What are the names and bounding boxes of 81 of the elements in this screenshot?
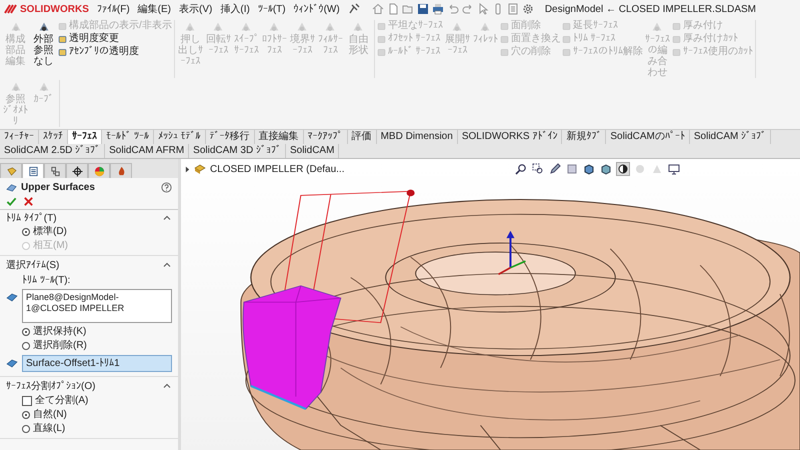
ribbon-tab[interactable]: MBD Dimension — [376, 130, 458, 144]
ribbon-tab[interactable]: SOLIDWORKS ｱﾄﾞｲﾝ — [458, 130, 562, 144]
checkbox-option[interactable]: 全て分割(A) — [0, 394, 178, 408]
logo: SOLIDWORKS — [4, 3, 89, 15]
radio-button[interactable] — [22, 228, 30, 236]
window-title: DesignModel ← CLOSED IMPELLER.SLDASM — [544, 4, 756, 14]
ribbon-tab[interactable]: ｻｰﾌｪｽ — [68, 130, 102, 144]
zoom-area-icon[interactable] — [532, 163, 544, 175]
radio-option[interactable]: 直線(L) — [0, 422, 178, 436]
radio-button[interactable] — [22, 411, 30, 419]
breadcrumb[interactable]: CLOSED IMPELLER (Defau... — [210, 164, 344, 174]
ribbon-button[interactable]: 外部参照なし — [30, 20, 57, 67]
selection-icon — [6, 357, 18, 369]
ribbon-tab[interactable]: ﾃﾞｰﾀ移行 — [206, 130, 255, 144]
configuration-icon — [50, 166, 60, 176]
box-icon[interactable] — [600, 163, 612, 175]
selection-icon — [6, 291, 18, 303]
ribbon-tab[interactable]: 直接編集 — [254, 130, 304, 144]
help-icon[interactable] — [161, 182, 172, 193]
new-document-icon[interactable] — [386, 3, 399, 15]
radio-button[interactable] — [22, 328, 30, 336]
logo-icon — [4, 3, 18, 15]
cancel-x-icon[interactable] — [23, 196, 34, 207]
selection-list[interactable]: Surface-Offset1-ﾄﾘﾑ1 — [22, 355, 172, 372]
print-icon[interactable] — [432, 3, 444, 15]
section-heading: ﾄﾘﾑ ﾀｲﾌﾟ(T) — [6, 212, 57, 224]
menu-item[interactable]: 挿入(I) — [220, 2, 250, 16]
section-heading: 選択ｱｲﾃﾑ(S) — [6, 259, 60, 272]
ribbon-tab[interactable]: ﾏｰｸｱｯﾌﾟ — [304, 130, 348, 144]
radio-option[interactable]: 選択保持(K) — [0, 325, 178, 339]
undo-icon[interactable] — [446, 3, 459, 15]
radio-button[interactable] — [22, 425, 30, 433]
radio-option[interactable]: 標準(D) — [0, 225, 178, 239]
ribbon-tab[interactable]: SolidCAM — [286, 144, 340, 158]
crosshair-icon — [72, 166, 82, 176]
display-style-icon[interactable] — [617, 163, 629, 175]
radio-option[interactable]: 自然(N) — [0, 408, 178, 422]
cursor-icon[interactable] — [476, 3, 489, 15]
expand-arrow-icon[interactable] — [185, 166, 190, 172]
ribbon-button[interactable]: ｱｾﾝﾌﾞﾘの透明度 — [58, 46, 172, 58]
menu-item[interactable]: ﾂｰﾙ(T) — [258, 3, 286, 15]
ribbon-tab[interactable]: 新規ﾀﾌﾞ — [562, 130, 606, 144]
radio-option[interactable]: 選択削除(R) — [0, 339, 178, 353]
document-icon[interactable] — [506, 3, 519, 15]
ribbon-tab[interactable]: SolidCAMのﾊﾟｰﾄ — [606, 130, 690, 144]
monitor-icon[interactable] — [668, 163, 680, 175]
assembly-icon — [194, 163, 206, 175]
menu-item[interactable]: 編集(E) — [138, 2, 172, 16]
home-icon[interactable] — [372, 3, 384, 15]
menu-item[interactable]: 表示(V) — [179, 2, 212, 16]
panel-title: Upper Surfaces — [21, 182, 95, 193]
field-caption: ﾄﾘﾑ ﾂｰﾙ(T): — [21, 274, 72, 287]
magnifier-icon[interactable] — [515, 163, 527, 175]
ribbon-tab[interactable]: ﾌｨｰﾁｬｰ — [0, 130, 39, 144]
panel-tab[interactable] — [66, 163, 88, 178]
ribbon-tab[interactable]: SolidCAM 3D ｼﾞｮﾌﾞ — [189, 144, 286, 158]
save-icon[interactable] — [416, 3, 429, 15]
ribbon-button[interactable]: 透明度変更 — [58, 33, 172, 45]
redo-icon[interactable] — [462, 3, 474, 15]
ribbon-tab[interactable]: SolidCAM AFRM — [105, 144, 190, 158]
selection-list[interactable]: Plane8@DesignModel-1@CLOSED IMPELLER — [22, 289, 172, 323]
ok-check-icon[interactable] — [6, 196, 17, 207]
trim-surface-icon — [6, 182, 17, 193]
radio-button[interactable] — [22, 342, 30, 350]
section-heading: ｻｰﾌｪｽ分割ｵﾌﾟｼｮﾝ(O) — [6, 380, 96, 393]
menu-item[interactable]: ｳｨﾝﾄﾞｳ(W) — [294, 3, 340, 15]
ribbon-tab[interactable]: 評価 — [348, 130, 377, 144]
list-icon — [28, 166, 38, 176]
ribbon-tab[interactable]: SolidCAM 2.5D ｼﾞｮﾌﾞ — [0, 144, 106, 158]
panel-tab[interactable] — [44, 163, 66, 178]
axis-triad — [498, 230, 526, 276]
appearance-icon — [94, 166, 104, 176]
pencil-icon[interactable] — [549, 163, 561, 175]
menu-item[interactable]: ﾌｧｲﾙ(F) — [96, 3, 130, 15]
ribbon-tab[interactable]: ﾓｰﾙﾄﾞ ﾂｰﾙ — [102, 130, 154, 144]
ribbon-tab[interactable]: SolidCAM ｼﾞｮﾌﾞ — [690, 130, 772, 144]
cube-icon[interactable] — [583, 163, 595, 175]
part-icon — [6, 166, 16, 176]
ribbon-tab[interactable]: ﾒｯｼｭ ﾓﾃﾞﾙ — [154, 130, 206, 144]
panel-tab[interactable] — [22, 163, 44, 178]
settings-icon[interactable] — [522, 3, 534, 15]
